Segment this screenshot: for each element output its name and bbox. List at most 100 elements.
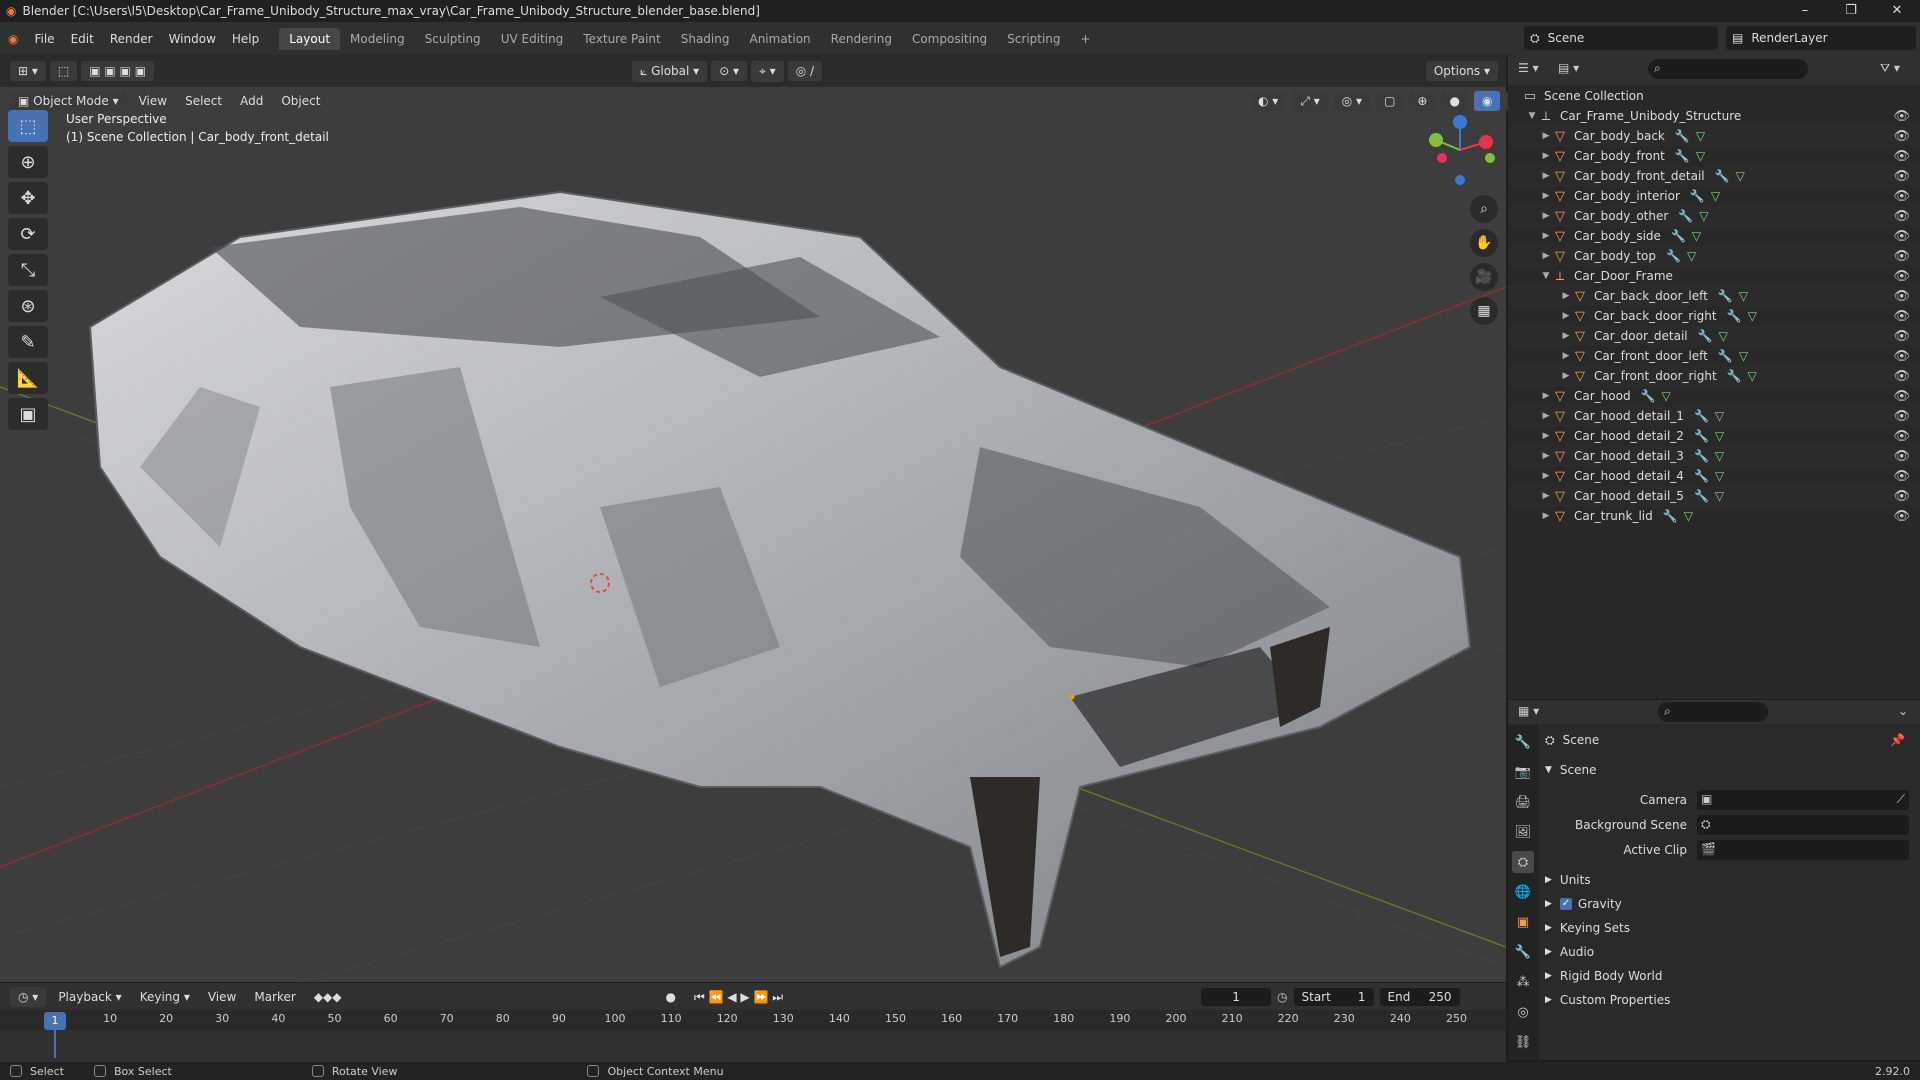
- menu-render[interactable]: Render: [102, 32, 161, 46]
- tab-texture-paint[interactable]: Texture Paint: [573, 28, 670, 50]
- mesh-data-icon[interactable]: ▽: [1719, 329, 1728, 343]
- modifier-icon[interactable]: 🔧: [1718, 289, 1733, 303]
- gravity-checkbox[interactable]: ✓: [1559, 898, 1572, 910]
- add-workspace-icon[interactable]: +: [1071, 28, 1101, 50]
- add-cube-tool-icon[interactable]: ▣: [8, 398, 48, 430]
- modifier-icon[interactable]: 🔧: [1641, 389, 1656, 403]
- tab-scripting[interactable]: Scripting: [997, 28, 1070, 50]
- view-layer-tab-icon[interactable]: 🖼: [1512, 821, 1534, 843]
- scene-selector[interactable]: ⛭ Scene: [1524, 26, 1718, 50]
- modifier-icon[interactable]: 🔧: [1694, 469, 1709, 483]
- outliner-item[interactable]: ▶ ▽ Car_body_front 🔧 ▽ 👁: [1508, 146, 1920, 166]
- view-layer-selector[interactable]: ▤ RenderLayer: [1726, 26, 1916, 50]
- zoom-icon[interactable]: ⌕: [1470, 195, 1498, 223]
- mesh-data-icon[interactable]: ▽: [1692, 229, 1701, 243]
- expand-triangle-icon[interactable]: ▶: [1560, 311, 1572, 321]
- outliner-item[interactable]: ▶ ▽ Car_hood_detail_1 🔧 ▽ 👁: [1508, 406, 1920, 426]
- tab-rendering[interactable]: Rendering: [821, 28, 902, 50]
- overlay-icon[interactable]: ◎ ▾: [1333, 91, 1371, 111]
- eye-icon[interactable]: 👁: [1893, 249, 1910, 264]
- expand-triangle-icon[interactable]: ▶: [1540, 131, 1552, 141]
- outliner-item[interactable]: ▶ ▽ Car_door_detail 🔧 ▽ 👁: [1508, 326, 1920, 346]
- gizmo-icon[interactable]: ⤢ ▾: [1292, 90, 1328, 112]
- ortho-grid-icon[interactable]: ▦: [1470, 297, 1498, 325]
- modifier-tab-icon[interactable]: 🔧: [1512, 941, 1534, 963]
- expand-triangle-icon[interactable]: ▶: [1540, 171, 1552, 181]
- eye-icon[interactable]: 👁: [1893, 209, 1910, 224]
- expand-triangle-icon[interactable]: ▶: [1540, 251, 1552, 261]
- active-clip-field[interactable]: 🎬: [1697, 840, 1909, 860]
- chevron-down-icon[interactable]: ⌄: [1898, 704, 1908, 718]
- expand-triangle-icon[interactable]: ▶: [1560, 291, 1572, 301]
- playhead[interactable]: [54, 1030, 56, 1058]
- mesh-data-icon[interactable]: ▽: [1736, 169, 1745, 183]
- mesh-data-icon[interactable]: ▽: [1715, 489, 1724, 503]
- tool-tab-icon[interactable]: 🔧: [1512, 731, 1534, 753]
- viewport-menu-view[interactable]: View: [133, 94, 173, 108]
- expand-triangle-icon[interactable]: ▶: [1560, 371, 1572, 381]
- particles-tab-icon[interactable]: ⁂: [1512, 971, 1534, 993]
- outliner-item[interactable]: ▶ ▽ Car_hood_detail_5 🔧 ▽ 👁: [1508, 486, 1920, 506]
- properties-search-input[interactable]: ⌕: [1658, 702, 1768, 722]
- pan-hand-icon[interactable]: ✋: [1470, 229, 1498, 257]
- expand-triangle-icon[interactable]: ▶: [1560, 331, 1572, 341]
- modifier-icon[interactable]: 🔧: [1694, 489, 1709, 503]
- audio-section[interactable]: ▶ Audio: [1545, 940, 1915, 964]
- camera-view-icon[interactable]: 🎥: [1470, 263, 1498, 291]
- object-tab-icon[interactable]: ▣: [1512, 911, 1534, 933]
- gizmo-z-axis-icon[interactable]: [1453, 115, 1467, 129]
- tab-modeling[interactable]: Modeling: [340, 28, 415, 50]
- shading-material-icon[interactable]: ◉: [1473, 91, 1501, 111]
- cursor-tool-icon[interactable]: ⊕: [8, 146, 48, 178]
- outliner-item[interactable]: ▶ ▽ Car_body_side 🔧 ▽ 👁: [1508, 226, 1920, 246]
- tab-shading[interactable]: Shading: [671, 28, 740, 50]
- select-box-tool-icon[interactable]: ⬚: [8, 110, 48, 142]
- measure-tool-icon[interactable]: 📐: [8, 362, 48, 394]
- tab-layout[interactable]: Layout: [279, 27, 341, 50]
- mesh-data-icon[interactable]: ▽: [1699, 209, 1708, 223]
- expand-triangle-icon[interactable]: ▶: [1540, 211, 1552, 221]
- eye-icon[interactable]: 👁: [1893, 389, 1910, 404]
- outliner-root[interactable]: ▭ Scene Collection: [1508, 86, 1920, 106]
- end-frame-field[interactable]: End 250: [1379, 988, 1460, 1006]
- outliner-item[interactable]: ▶ ▽ Car_back_door_right 🔧 ▽ 👁: [1508, 306, 1920, 326]
- timeline-menu-view[interactable]: View: [202, 990, 242, 1004]
- select-tool-icon[interactable]: ⬚: [49, 61, 78, 81]
- rotate-tool-icon[interactable]: ⟳: [8, 218, 48, 250]
- expand-triangle-icon[interactable]: ▶: [1540, 431, 1552, 441]
- mesh-data-icon[interactable]: ▽: [1715, 409, 1724, 423]
- mesh-data-icon[interactable]: ▽: [1684, 509, 1693, 523]
- close-button[interactable]: ✕: [1874, 0, 1920, 22]
- mesh-data-icon[interactable]: ▽: [1715, 449, 1724, 463]
- tab-compositing[interactable]: Compositing: [902, 28, 997, 50]
- viewport-menu-select[interactable]: Select: [179, 94, 228, 108]
- editor-type-icon[interactable]: ⊞ ▾: [10, 61, 46, 81]
- outliner-item[interactable]: ▶ ▽ Car_body_other 🔧 ▽ 👁: [1508, 206, 1920, 226]
- eye-icon[interactable]: 👁: [1893, 229, 1910, 244]
- outliner-item[interactable]: ▶ ▽ Car_back_door_left 🔧 ▽ 👁: [1508, 286, 1920, 306]
- mesh-data-icon[interactable]: ▽: [1739, 289, 1748, 303]
- background-scene-field[interactable]: ⛭: [1697, 815, 1909, 835]
- eye-icon[interactable]: 👁: [1893, 169, 1910, 184]
- world-tab-icon[interactable]: 🌐: [1512, 881, 1534, 903]
- eye-icon[interactable]: 👁: [1893, 269, 1910, 284]
- eye-icon[interactable]: 👁: [1893, 149, 1910, 164]
- viewport-menu-add[interactable]: Add: [234, 94, 269, 108]
- mesh-data-icon[interactable]: ▽: [1662, 389, 1671, 403]
- transform-tool-icon[interactable]: ⊛: [8, 290, 48, 322]
- mesh-data-icon[interactable]: ▽: [1715, 429, 1724, 443]
- eye-icon[interactable]: 👁: [1893, 369, 1910, 384]
- expand-triangle-icon[interactable]: ▶: [1540, 151, 1552, 161]
- outliner-item[interactable]: ▶ ▽ Car_front_door_left 🔧 ▽ 👁: [1508, 346, 1920, 366]
- keying-sets-section[interactable]: ▶ Keying Sets: [1545, 916, 1915, 940]
- output-tab-icon[interactable]: 🖨: [1512, 791, 1534, 813]
- expand-triangle-icon[interactable]: ▶: [1540, 491, 1552, 501]
- menu-help[interactable]: Help: [224, 32, 267, 46]
- mesh-data-icon[interactable]: ▽: [1711, 189, 1720, 203]
- tab-sculpting[interactable]: Sculpting: [415, 28, 491, 50]
- modifier-icon[interactable]: 🔧: [1718, 349, 1733, 363]
- expand-triangle-icon[interactable]: ▶: [1560, 351, 1572, 361]
- eye-icon[interactable]: 👁: [1893, 509, 1910, 524]
- pivot-point-icon[interactable]: ⊙ ▾: [711, 61, 748, 81]
- select-mode-icons[interactable]: ▣ ▣ ▣ ▣: [81, 61, 155, 81]
